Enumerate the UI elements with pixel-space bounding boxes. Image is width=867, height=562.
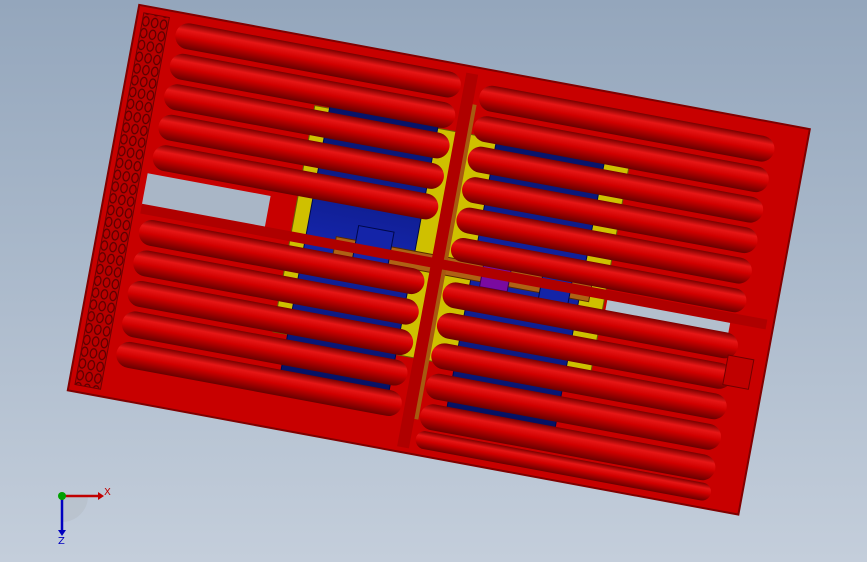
model-viewport[interactable] xyxy=(0,0,867,562)
x-axis-label: X xyxy=(104,487,111,498)
triad-quadrant xyxy=(62,496,88,522)
z-axis-label: Z xyxy=(58,536,65,547)
axis-triad: X Z xyxy=(58,487,111,547)
frame-bracket xyxy=(722,354,755,390)
pallet-assembly[interactable] xyxy=(66,3,811,516)
y-axis-dot xyxy=(58,492,66,500)
